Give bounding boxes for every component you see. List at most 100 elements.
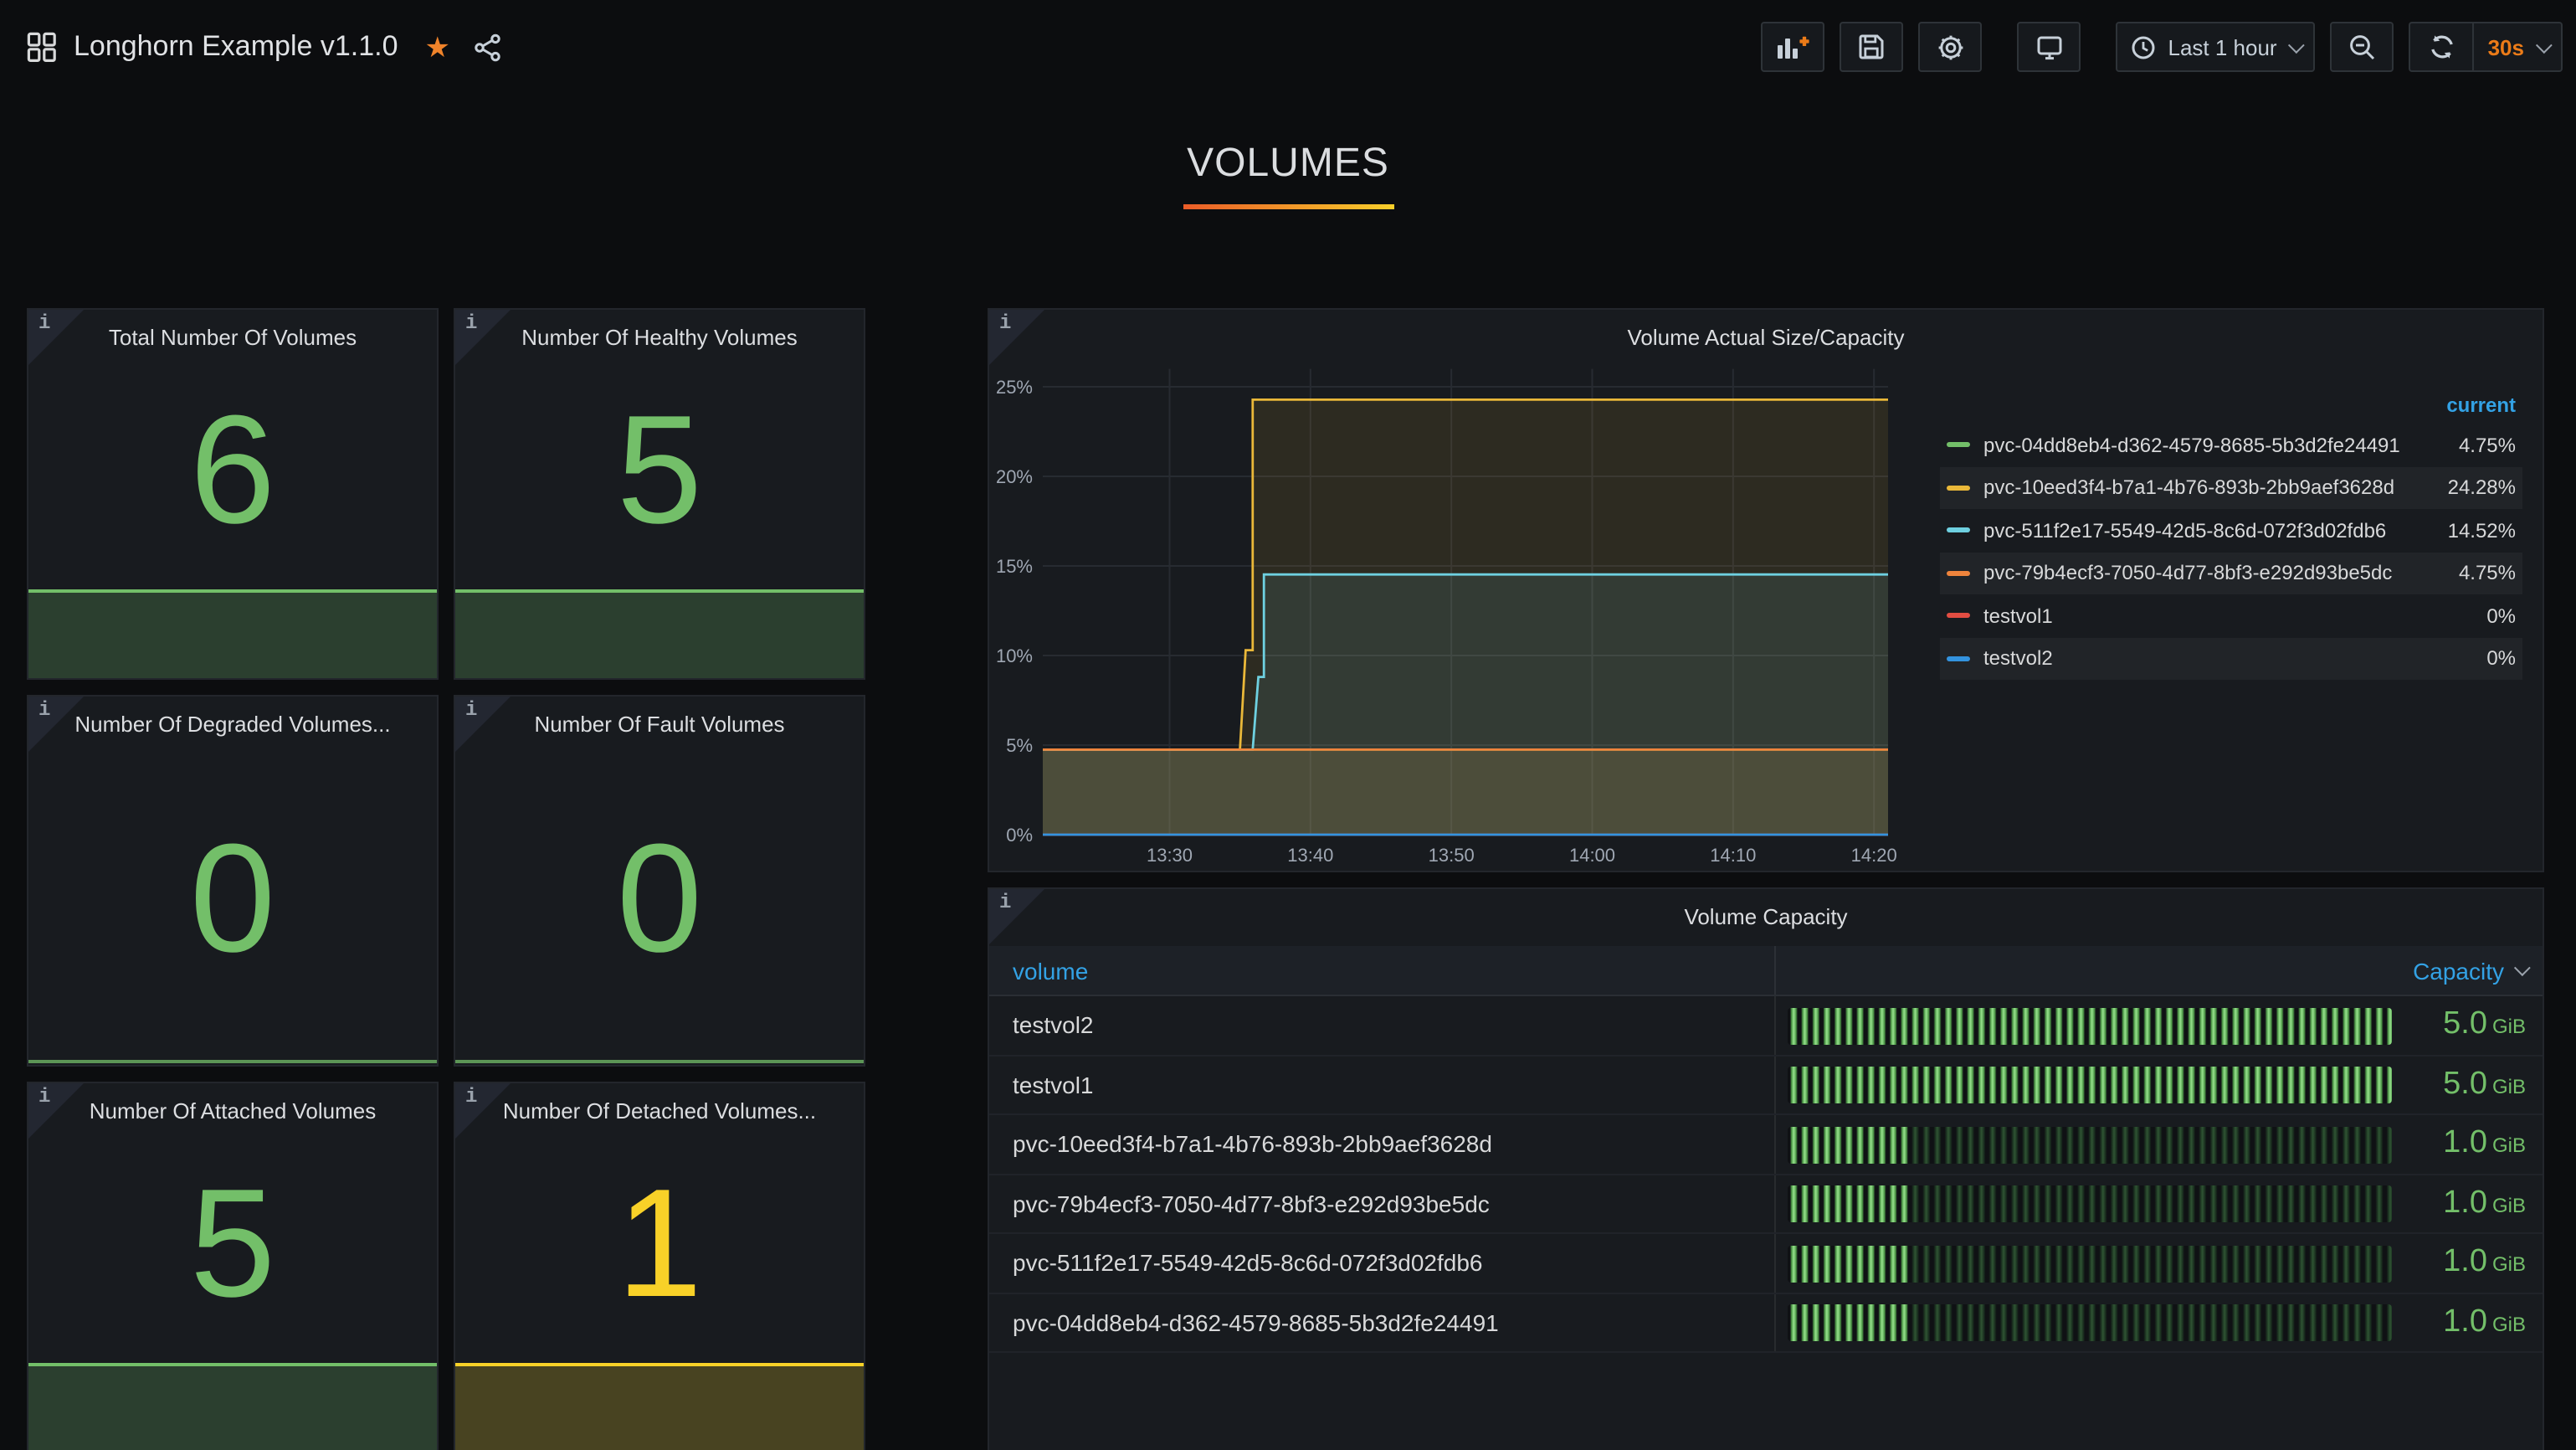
legend-series-color-dash bbox=[1947, 443, 1970, 448]
save-dashboard-button[interactable] bbox=[1840, 22, 1904, 72]
dashboard-settings-button[interactable] bbox=[1919, 22, 1983, 72]
stat-panel-2: iNumber Of Degraded Volumes...0 bbox=[27, 695, 439, 1067]
legend-series-current-value: 0% bbox=[2486, 647, 2516, 671]
dashboard-title[interactable]: Longhorn Example v1.1.0 bbox=[74, 30, 398, 64]
dashboard-header: Longhorn Example v1.1.0 ★ bbox=[0, 0, 2576, 94]
info-icon[interactable]: i bbox=[999, 311, 1011, 335]
panel-info-corner bbox=[455, 1083, 511, 1139]
stat-panel-3: iNumber Of Fault Volumes0 bbox=[454, 695, 865, 1067]
legend-current-header[interactable]: current bbox=[1940, 387, 2522, 424]
refresh-interval-picker[interactable]: 30s bbox=[2473, 22, 2563, 72]
legend-series-name[interactable]: testvol2 bbox=[1983, 647, 2486, 671]
stat-sparkline bbox=[455, 1363, 864, 1450]
chart-legend: current pvc-04dd8eb4-d362-4579-8685-5b3d… bbox=[1940, 387, 2522, 680]
legend-series-name[interactable]: pvc-511f2e17-5549-42d5-8c6d-072f3d02fdb6 bbox=[1983, 519, 2448, 542]
stat-value: 6 bbox=[28, 353, 437, 589]
panel-info-corner bbox=[455, 697, 511, 752]
stat-panel-title[interactable]: Number Of Healthy Volumes bbox=[455, 310, 864, 353]
stat-value: 0 bbox=[28, 740, 437, 1060]
svg-text:0%: 0% bbox=[1006, 825, 1033, 846]
panel-info-corner bbox=[28, 697, 84, 752]
legend-series-name[interactable]: pvc-10eed3f4-b7a1-4b76-893b-2bb9aef3628d bbox=[1983, 476, 2448, 500]
led-gauge-filled bbox=[1788, 1126, 1908, 1163]
legend-series-name[interactable]: testvol1 bbox=[1983, 604, 2486, 628]
grafana-dashboard: Longhorn Example v1.1.0 ★ bbox=[0, 0, 2576, 1450]
capacity-unit: GiB bbox=[2492, 1194, 2526, 1217]
capacity-number: 1.0 bbox=[2443, 1245, 2487, 1280]
capacity-gauge-cell bbox=[1776, 1175, 2358, 1232]
zoom-out-time-button[interactable] bbox=[2331, 22, 2394, 72]
stat-panel-title[interactable]: Number Of Fault Volumes bbox=[455, 697, 864, 740]
chevron-down-icon bbox=[2536, 36, 2553, 53]
stat-value: 5 bbox=[455, 353, 864, 589]
info-icon[interactable]: i bbox=[465, 698, 477, 722]
table-panel-volume-capacity: i Volume Capacity volume Capacity testvo… bbox=[988, 887, 2544, 1450]
svg-text:15%: 15% bbox=[996, 556, 1033, 577]
legend-row: pvc-04dd8eb4-d362-4579-8685-5b3d2fe24491… bbox=[1940, 424, 2522, 466]
svg-text:25%: 25% bbox=[996, 377, 1033, 398]
info-icon[interactable]: i bbox=[465, 1085, 477, 1108]
dashboard-grid-icon[interactable] bbox=[27, 32, 57, 62]
time-range-picker[interactable]: Last 1 hour bbox=[2117, 22, 2316, 72]
stat-sparkline bbox=[28, 589, 437, 678]
capacity-gauge-cell bbox=[1776, 996, 2358, 1054]
legend-series-color-dash bbox=[1947, 528, 1970, 533]
column-header-volume[interactable]: volume bbox=[989, 946, 1776, 995]
stat-sparkline bbox=[28, 1363, 437, 1450]
table-row: testvol25.0GiB bbox=[989, 996, 2543, 1056]
capacity-number: 5.0 bbox=[2443, 1067, 2487, 1102]
led-gauge-filled bbox=[1788, 1007, 2392, 1044]
svg-text:13:50: 13:50 bbox=[1429, 845, 1475, 862]
stat-panel-title[interactable]: Total Number Of Volumes bbox=[28, 310, 437, 353]
table-row: testvol15.0GiB bbox=[989, 1056, 2543, 1115]
stat-panel-title[interactable]: Number Of Degraded Volumes... bbox=[28, 697, 437, 740]
info-icon[interactable]: i bbox=[38, 311, 50, 335]
sort-descending-icon bbox=[2514, 959, 2531, 976]
svg-text:13:40: 13:40 bbox=[1287, 845, 1333, 862]
chart-panel-title[interactable]: Volume Actual Size/Capacity bbox=[989, 310, 2543, 353]
cycle-view-mode-button[interactable] bbox=[2018, 22, 2081, 72]
capacity-gauge-cell bbox=[1776, 1293, 2358, 1351]
led-gauge-filled bbox=[1788, 1067, 2392, 1103]
info-icon[interactable]: i bbox=[465, 311, 477, 335]
clock-icon bbox=[2132, 34, 2157, 59]
panel-info-corner bbox=[989, 889, 1044, 944]
stat-panel-5: iNumber Of Detached Volumes...1 bbox=[454, 1082, 865, 1450]
share-icon[interactable] bbox=[474, 33, 502, 61]
legend-series-name[interactable]: pvc-79b4ecf3-7050-4d77-8bf3-e292d93be5dc bbox=[1983, 562, 2459, 585]
svg-text:14:00: 14:00 bbox=[1569, 845, 1615, 862]
capacity-unit: GiB bbox=[2492, 1134, 2526, 1158]
stat-sparkline bbox=[455, 589, 864, 678]
led-gauge-filled bbox=[1788, 1304, 1908, 1341]
stat-panel-title[interactable]: Number Of Detached Volumes... bbox=[455, 1083, 864, 1127]
refresh-button[interactable] bbox=[2409, 22, 2473, 72]
svg-text:14:20: 14:20 bbox=[1851, 845, 1897, 862]
favorite-star-icon[interactable]: ★ bbox=[425, 33, 451, 61]
stat-panel-title[interactable]: Number Of Attached Volumes bbox=[28, 1083, 437, 1127]
info-icon[interactable]: i bbox=[38, 698, 50, 722]
table-row: pvc-10eed3f4-b7a1-4b76-893b-2bb9aef3628d… bbox=[989, 1115, 2543, 1175]
panel-info-corner bbox=[989, 310, 1044, 365]
info-icon[interactable]: i bbox=[999, 891, 1011, 914]
led-gauge bbox=[1788, 1067, 2392, 1103]
table-row: pvc-511f2e17-5549-42d5-8c6d-072f3d02fdb6… bbox=[989, 1234, 2543, 1293]
stat-panel-0: iTotal Number Of Volumes6 bbox=[27, 308, 439, 680]
table-panel-title[interactable]: Volume Capacity bbox=[989, 889, 2543, 933]
legend-row: pvc-79b4ecf3-7050-4d77-8bf3-e292d93be5dc… bbox=[1940, 552, 2522, 594]
legend-series-current-value: 4.75% bbox=[2459, 434, 2516, 457]
section-title: VOLUMES bbox=[0, 141, 2576, 188]
volume-name-cell: testvol2 bbox=[989, 996, 1776, 1054]
timeseries-chart[interactable]: 0%5%10%15%20%25%13:3013:4013:5014:0014:1… bbox=[989, 357, 1927, 862]
legend-series-color-dash bbox=[1947, 486, 1970, 491]
add-panel-button[interactable] bbox=[1762, 22, 1825, 72]
svg-text:13:30: 13:30 bbox=[1147, 845, 1193, 862]
legend-row: testvol20% bbox=[1940, 637, 2522, 680]
svg-text:14:10: 14:10 bbox=[1710, 845, 1756, 862]
refresh-interval-label: 30s bbox=[2488, 34, 2524, 59]
capacity-unit: GiB bbox=[2492, 1075, 2526, 1098]
capacity-number: 5.0 bbox=[2443, 1007, 2487, 1042]
legend-series-name[interactable]: pvc-04dd8eb4-d362-4579-8685-5b3d2fe24491 bbox=[1983, 434, 2459, 457]
column-header-capacity[interactable]: Capacity bbox=[1776, 957, 2543, 984]
info-icon[interactable]: i bbox=[38, 1085, 50, 1108]
capacity-gauge-cell bbox=[1776, 1115, 2358, 1173]
